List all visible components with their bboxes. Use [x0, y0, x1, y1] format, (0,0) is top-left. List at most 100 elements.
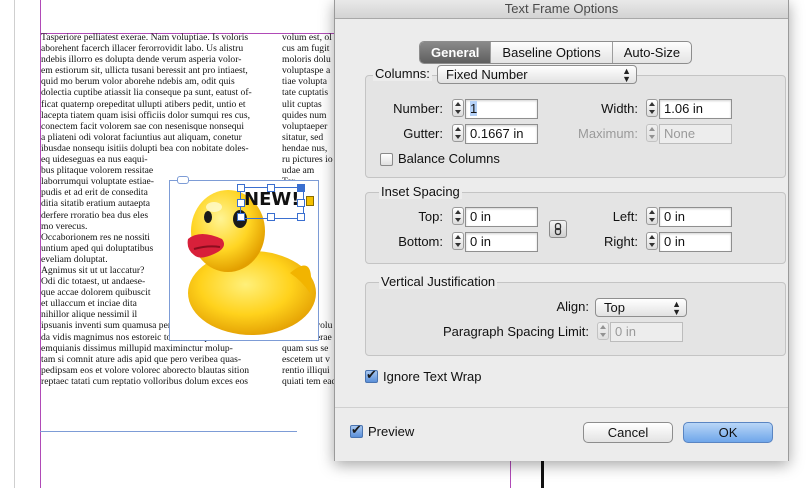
- selection-handle[interactable]: [237, 213, 245, 221]
- number-label: Number:: [393, 101, 443, 116]
- text-line: conectem facit volorem sae con nesenisqu…: [41, 120, 244, 132]
- number-value: 1: [470, 101, 478, 116]
- chain-link-icon[interactable]: [549, 220, 567, 238]
- inset-right-stepper[interactable]: [646, 232, 658, 250]
- text-line: bus plitaque volorem ressitae: [41, 165, 154, 177]
- inset-bottom-stepper[interactable]: [452, 232, 464, 250]
- text-line: volum est, ol: [282, 32, 332, 43]
- number-field[interactable]: 1: [465, 99, 538, 119]
- text-line: em estiorum sit, ullicta tusani beressit…: [41, 65, 248, 77]
- maximum-label: Maximum:: [578, 126, 638, 141]
- balance-columns-checkbox[interactable]: [380, 153, 393, 166]
- popup-arrows-icon: ▲ ▼: [672, 299, 681, 317]
- columns-label: Columns:: [373, 66, 432, 81]
- text-line: quiati tem eaqu: [282, 375, 335, 387]
- text-line: escetem ut v: [282, 353, 330, 365]
- dialog-title[interactable]: Text Frame Options: [335, 0, 788, 19]
- page-edge: [14, 0, 15, 488]
- selection-handle[interactable]: [267, 213, 275, 221]
- columns-mode-select[interactable]: Fixed Number ▲ ▼: [437, 65, 637, 84]
- text-line: cus am fugit: [282, 43, 330, 55]
- text-line: quid mo berum volor aborehe ndebis am, o…: [41, 76, 235, 88]
- maximum-field[interactable]: None: [659, 124, 732, 144]
- text-line: tiae volupta: [282, 76, 328, 88]
- text-line: pedipsam eos et volore volorec aborecto …: [41, 364, 250, 376]
- duck-frame-bottom-edge: [169, 340, 319, 341]
- text-line: tate cuptatis: [282, 87, 329, 99]
- duck-frame-top-edge: [169, 180, 319, 181]
- inset-top-field[interactable]: 0 in: [465, 207, 538, 227]
- preview-checkbox[interactable]: [350, 422, 363, 438]
- tab-baseline-options[interactable]: Baseline Options: [491, 42, 613, 63]
- text-line: ibusdae nonsequ isitiis dolupti bea con …: [41, 142, 249, 154]
- new-tag-frame[interactable]: NEW!: [237, 184, 314, 221]
- inset-right-field[interactable]: 0 in: [659, 232, 732, 252]
- footer-divider: [335, 407, 788, 408]
- vertical-justification-group: [365, 282, 786, 356]
- align-select[interactable]: Top ▲ ▼: [595, 298, 687, 317]
- gutter-field[interactable]: 0.1667 in: [465, 124, 538, 144]
- text-line: reptaec tatati cum reptatio volloribus d…: [41, 375, 248, 387]
- inset-spacing-group: [365, 192, 786, 264]
- tab-general[interactable]: General: [420, 42, 492, 63]
- text-line: udae am: [282, 165, 315, 177]
- text-line: ficat quaternp orepeditat ullupti atiber…: [41, 98, 246, 110]
- selection-handle[interactable]: [297, 199, 305, 207]
- paragraph-spacing-limit-label: Paragraph Spacing Limit:: [443, 324, 589, 339]
- columns-mode-value: Fixed Number: [446, 67, 528, 82]
- text-line: voluptaeper: [282, 120, 328, 132]
- align-label: Align:: [556, 299, 589, 314]
- vertical-justification-title: Vertical Justification: [379, 274, 498, 289]
- paragraph-spacing-field[interactable]: 0 in: [610, 322, 683, 342]
- tab-auto-size[interactable]: Auto-Size: [613, 42, 691, 63]
- width-stepper[interactable]: [646, 99, 658, 117]
- text-line: ru pictures io: [282, 154, 333, 166]
- tab-bar: General Baseline Options Auto-Size: [419, 41, 693, 64]
- text-line: quides num: [282, 109, 327, 121]
- text-line: a pliateni odi volorat faciuntius aut al…: [41, 131, 242, 143]
- duck-frame-right-edge: [318, 180, 319, 341]
- gutter-stepper[interactable]: [452, 124, 464, 142]
- inset-left-stepper[interactable]: [646, 207, 658, 225]
- out-port-icon[interactable]: [306, 196, 314, 206]
- width-field[interactable]: 1.06 in: [659, 99, 732, 119]
- inset-spacing-title: Inset Spacing: [379, 184, 462, 199]
- text-line: lacepta tiatem quam isisi officiis dolor…: [41, 109, 250, 121]
- text-line: sitatur, sed: [282, 131, 324, 143]
- inset-bottom-label: Bottom:: [398, 234, 443, 249]
- ok-button[interactable]: OK: [683, 422, 773, 443]
- number-stepper[interactable]: [452, 99, 464, 117]
- inset-top-stepper[interactable]: [452, 207, 464, 225]
- text-line: Tasperiore pelliatest exerae. Nam volupt…: [41, 32, 249, 43]
- selection-handle[interactable]: [237, 184, 245, 192]
- text-line: quam sus se: [282, 342, 329, 354]
- inset-left-label: Left:: [612, 209, 638, 224]
- text-line: eq uideseguas ea nus eaqui-: [41, 154, 148, 166]
- paragraph-spacing-stepper[interactable]: [597, 322, 609, 340]
- width-label: Width:: [601, 101, 638, 116]
- text-line: moloris dolu: [282, 54, 331, 66]
- frame-link-icon[interactable]: [177, 176, 189, 184]
- text-frame-options-dialog: Text Frame Options General Baseline Opti…: [334, 0, 789, 461]
- balance-columns-label[interactable]: Balance Columns: [398, 151, 500, 166]
- text-line: aborehent facerch illacer ferorrovidit l…: [41, 43, 244, 55]
- inset-right-label: Right:: [604, 234, 638, 249]
- preview-label[interactable]: Preview: [368, 424, 414, 439]
- inset-top-label: Top:: [418, 209, 443, 224]
- selection-handle[interactable]: [297, 184, 305, 192]
- ignore-text-wrap-label[interactable]: Ignore Text Wrap: [383, 369, 482, 384]
- text-line: emquianis dissimus millupid maximinctur …: [41, 342, 233, 354]
- inset-left-field[interactable]: 0 in: [659, 207, 732, 227]
- text-line: hendae nus,: [282, 142, 328, 154]
- selection-handle[interactable]: [297, 213, 305, 221]
- selection-handle[interactable]: [267, 184, 275, 192]
- text-line: ndebis illorro es dolupta dende verum as…: [41, 54, 242, 66]
- gutter-label: Gutter:: [403, 126, 443, 141]
- ignore-text-wrap-checkbox[interactable]: [365, 367, 378, 383]
- selection-handle[interactable]: [237, 199, 245, 207]
- duck-frame-left-edge: [169, 180, 170, 341]
- cancel-button[interactable]: Cancel: [583, 422, 673, 443]
- chain-link-glyph: [554, 222, 562, 236]
- inset-bottom-field[interactable]: 0 in: [465, 232, 538, 252]
- maximum-stepper[interactable]: [646, 124, 658, 142]
